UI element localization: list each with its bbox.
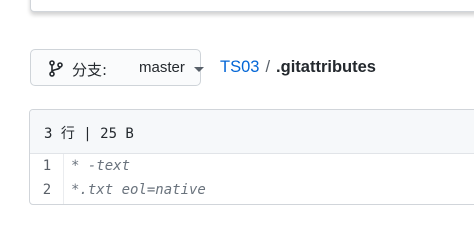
line-number[interactable]: 1 [30, 158, 64, 174]
branch-label-prefix: 分支: [72, 61, 108, 79]
file-header: 3 行 | 25 B [30, 110, 474, 154]
code-line: 2 *.txt eol=native [30, 178, 474, 202]
git-branch-icon [49, 60, 63, 77]
top-panel [30, 0, 474, 12]
chevron-down-icon [194, 67, 204, 72]
breadcrumb: TS03 / .gitattributes [220, 58, 376, 77]
code-table: 1 * -text 2 *.txt eol=native [30, 154, 474, 202]
branch-selector-button[interactable]: 分支: master [30, 49, 204, 86]
breadcrumb-current-file: .gitattributes [276, 58, 376, 76]
line-content: *.txt eol=native [71, 182, 206, 198]
code-line: 1 * -text [30, 154, 474, 178]
breadcrumb-separator: / [265, 58, 271, 76]
line-content: * -text [71, 158, 131, 174]
breadcrumb-repo-link[interactable]: TS03 [220, 58, 259, 76]
line-number[interactable]: 2 [30, 182, 64, 198]
branch-name: master [139, 59, 185, 76]
file-viewer: 3 行 | 25 B 1 * -text 2 *.txt eol=native [29, 109, 474, 205]
file-info: 3 行 | 25 B [44, 126, 134, 142]
